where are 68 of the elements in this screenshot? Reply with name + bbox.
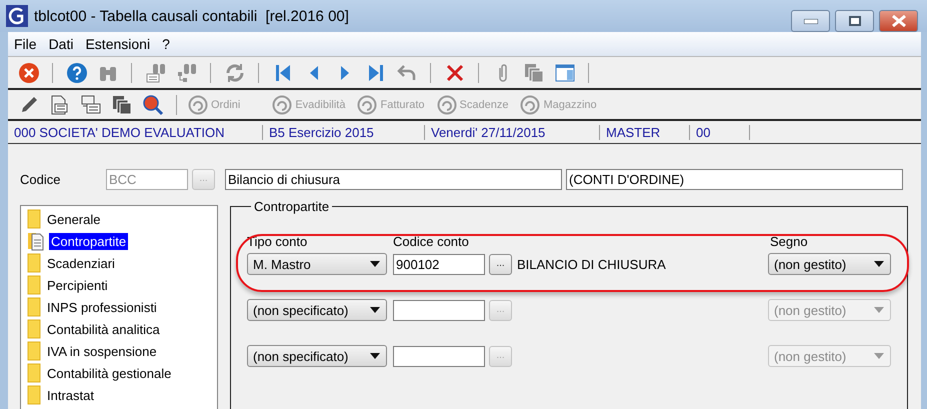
account-code-field[interactable] [393, 300, 485, 320]
account-code-field[interactable] [393, 346, 485, 366]
refresh-circle-icon [272, 94, 292, 114]
section-item[interactable]: INPS professionisti [45, 298, 159, 316]
menu-item[interactable]: Estensioni [85, 36, 160, 52]
account-code-field[interactable]: 900102 [393, 254, 485, 274]
status-text: B5 Esercizio 2015 [263, 124, 425, 140]
app-logo-icon [6, 5, 28, 27]
sign-dropdown[interactable]: (non gestito) [768, 253, 891, 275]
section-item[interactable]: Generale [45, 210, 102, 228]
document-icon [27, 231, 45, 251]
close-button[interactable] [879, 10, 918, 32]
account-type-dropdown[interactable]: (non specificato) [247, 299, 387, 321]
folder-icon [27, 297, 41, 317]
account-type-dropdown[interactable]: M. Mastro [247, 253, 387, 275]
menu-item[interactable]: Dati [48, 36, 82, 52]
documents-icon[interactable] [110, 94, 132, 116]
caret-icon [874, 353, 884, 359]
close-icon[interactable] [18, 62, 40, 84]
form-icon[interactable] [48, 94, 70, 116]
help-icon[interactable] [66, 62, 88, 84]
folder-icon [27, 209, 41, 229]
caret-icon [874, 261, 884, 267]
note-field[interactable]: (CONTI D'ORDINE) [566, 168, 903, 190]
folder-icon [27, 341, 41, 361]
group-title: Contropartite [253, 199, 330, 214]
status-text: MASTER [600, 124, 690, 140]
section-item[interactable]: Contabilità analitica [45, 320, 162, 338]
column-header: Segno [770, 234, 809, 249]
close-icon [890, 15, 906, 27]
folder-icon [27, 319, 41, 339]
folder-icon [27, 363, 41, 383]
folder-icon [27, 253, 41, 273]
minimize-button[interactable] [791, 10, 830, 32]
folder-icon [27, 275, 41, 295]
caret-icon [370, 261, 380, 267]
caret-icon [370, 307, 380, 313]
section-item[interactable]: Scadenziari [45, 254, 117, 272]
account-description: BILANCIO DI CHIUSURA [517, 256, 666, 272]
export-icon[interactable] [80, 94, 102, 116]
section-item[interactable]: IVA in sospensione [45, 342, 159, 360]
section-item[interactable]: Contropartite [49, 232, 128, 250]
refresh-circle-icon [357, 94, 378, 114]
description-field[interactable]: Bilancio di chiusura [225, 168, 562, 190]
account-type-dropdown[interactable]: (non specificato) [247, 345, 387, 367]
browse-button[interactable]: ... [489, 254, 512, 274]
window-title: tblcot00 - Tabella causali contabili [rel.2016 00] [34, 8, 349, 24]
refresh-circle-icon [520, 94, 540, 114]
section-item[interactable]: Contabilità gestionale [45, 364, 174, 382]
section-item[interactable]: Intrastat [45, 386, 96, 404]
maximize-button[interactable] [835, 10, 874, 32]
window-layout-icon[interactable] [554, 62, 576, 84]
menu-item[interactable]: ? [162, 36, 179, 52]
folder-icon [27, 385, 41, 405]
status-text: 000 SOCIETA' DEMO EVALUATION [8, 124, 263, 140]
refresh-circle-icon [188, 94, 208, 114]
section-item[interactable]: Percipienti [45, 276, 110, 294]
maximize-icon [848, 16, 860, 26]
minimize-icon [804, 18, 818, 24]
refresh-circle-icon [436, 94, 457, 114]
status-text: 00 [690, 124, 750, 140]
column-header: Codice conto [393, 234, 470, 249]
magnifier-icon[interactable] [142, 94, 164, 116]
field-label: Codice [20, 172, 62, 186]
caret-icon [370, 353, 380, 359]
caret-icon [874, 307, 884, 313]
status-text: Venerdi' 27/11/2015 [425, 124, 600, 140]
menu-item[interactable]: File [14, 36, 46, 52]
